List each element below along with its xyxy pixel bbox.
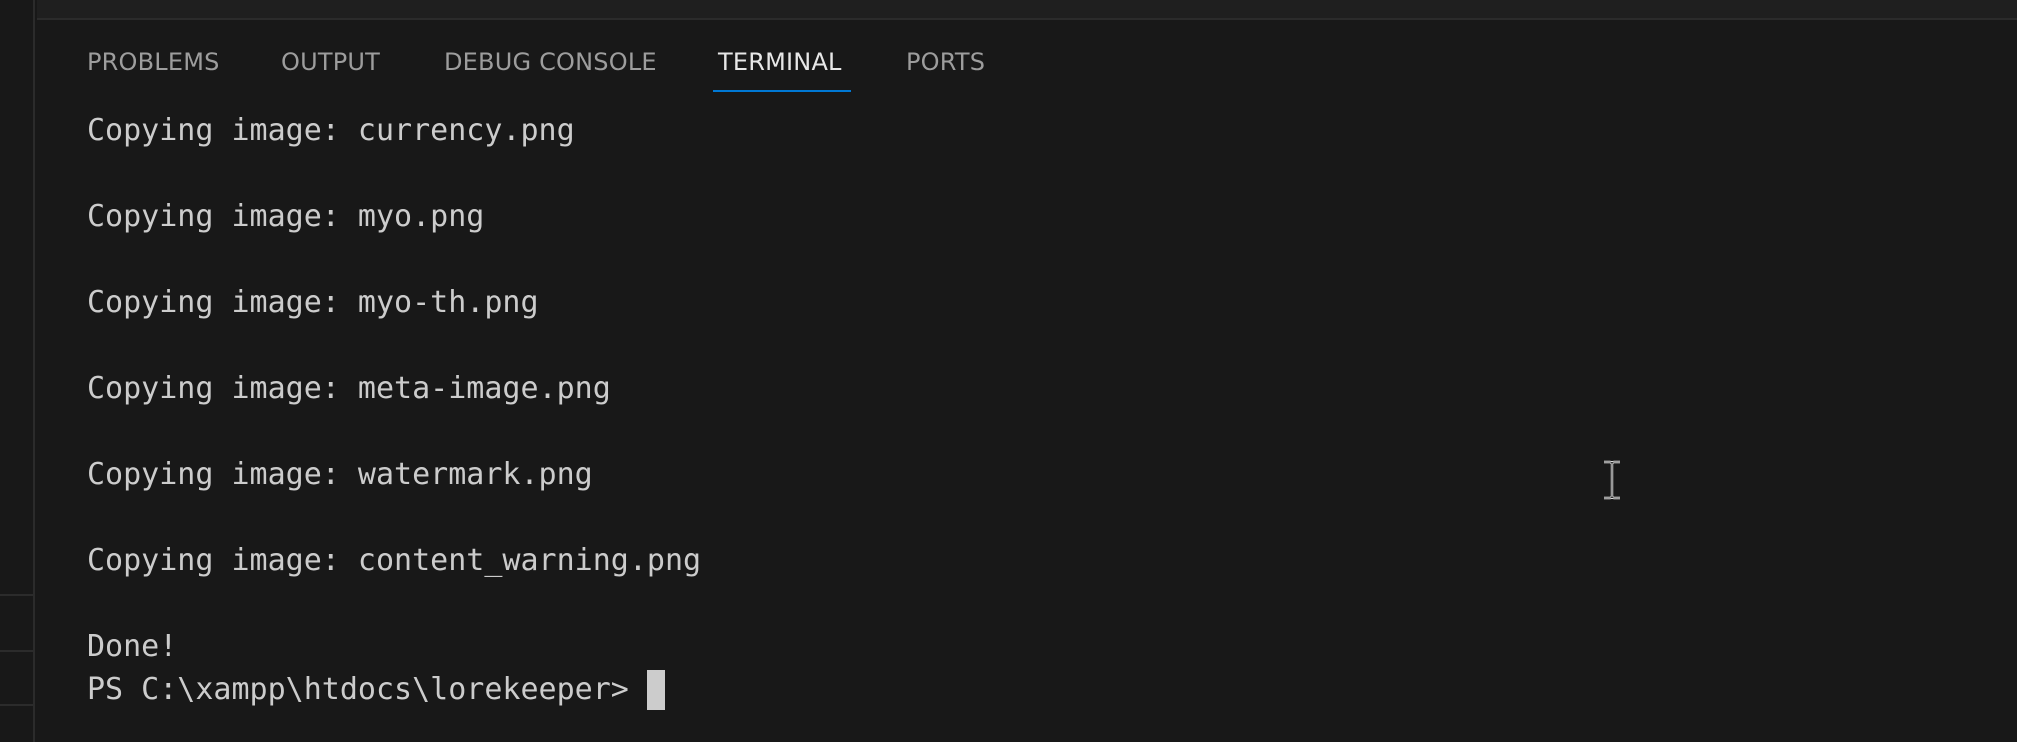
- terminal-line: Copying image: content_warning.png: [87, 543, 702, 578]
- terminal-line: Copying image: meta-image.png: [87, 371, 611, 406]
- terminal-line: Copying image: myo-th.png: [87, 285, 539, 320]
- tab-ports[interactable]: PORTS: [906, 50, 985, 74]
- bottom-panel: PROBLEMS OUTPUT DEBUG CONSOLE TERMINAL P…: [37, 20, 2017, 742]
- tab-terminal[interactable]: TERMINAL: [718, 50, 842, 74]
- terminal-line: Done!: [87, 629, 178, 664]
- panel-tab-bar: PROBLEMS OUTPUT DEBUG CONSOLE TERMINAL P…: [37, 20, 2017, 94]
- terminal-prompt-line[interactable]: PS C:\xampp\htdocs\lorekeeper>: [87, 668, 665, 712]
- block-cursor-icon: [646, 670, 665, 710]
- terminal-prompt: PS C:\xampp\htdocs\lorekeeper>: [87, 672, 629, 707]
- editor-area-edge: [37, 0, 2017, 20]
- terminal-line: Copying image: currency.png: [87, 113, 575, 148]
- vscode-window: PROBLEMS OUTPUT DEBUG CONSOLE TERMINAL P…: [0, 0, 2017, 742]
- terminal-line: Copying image: watermark.png: [87, 457, 593, 492]
- divider: [0, 650, 33, 652]
- active-tab-indicator: [713, 90, 851, 92]
- terminal-output[interactable]: Copying image: currency.png Copying imag…: [87, 113, 1987, 710]
- ibeam-cursor-icon: [1604, 460, 1620, 500]
- activity-bar-edge: [0, 0, 35, 742]
- divider: [0, 704, 33, 706]
- divider: [0, 594, 33, 596]
- terminal-line: Copying image: myo.png: [87, 199, 485, 234]
- tab-debug-console[interactable]: DEBUG CONSOLE: [444, 50, 657, 74]
- tab-output[interactable]: OUTPUT: [281, 50, 380, 74]
- tab-problems[interactable]: PROBLEMS: [87, 50, 220, 74]
